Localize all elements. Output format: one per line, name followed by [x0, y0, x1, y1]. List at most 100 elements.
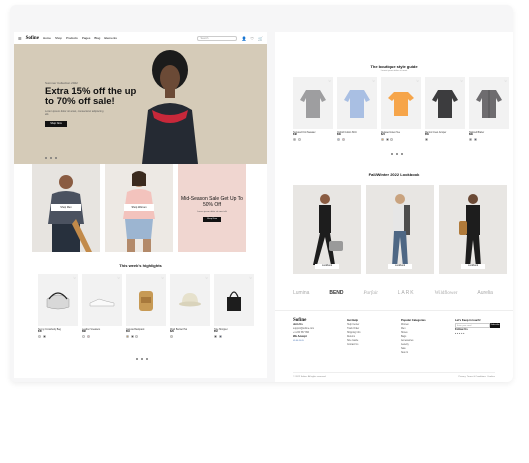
color-swatches[interactable] [293, 138, 333, 141]
bag-image [46, 292, 70, 310]
footer-bottom-link[interactable]: Privacy [459, 376, 466, 378]
footer-col-newsletter: Let's Keep in touch! Enter your email Sub… [455, 319, 500, 336]
highlights-pagination[interactable] [136, 358, 148, 360]
nav-link-pages[interactable]: Pages [82, 36, 91, 40]
wishlist-icon[interactable]: ♡ [249, 276, 252, 280]
card-men[interactable]: Shop Men [32, 164, 100, 252]
shirt-image [344, 90, 370, 118]
promo-shop-button[interactable]: Shop Now [203, 217, 221, 222]
color-swatches[interactable] [425, 138, 465, 141]
footer-heading: Popular Categories [401, 319, 426, 322]
user-icon[interactable]: 👤 [241, 36, 246, 41]
highlights-products: ♡ Sunny Crossbody Bag $45 ♡ Leather Snea… [38, 274, 254, 338]
product-card[interactable]: ♡ Tote Shopper $52 [214, 274, 254, 338]
footer-bottom: © 2022 Sofine. All rights reserved. Priv… [293, 372, 495, 378]
brand-logo[interactable]: BEND [329, 290, 343, 296]
hero-slide-dots[interactable] [45, 157, 57, 159]
footer-link[interactable]: Women [401, 324, 409, 326]
product-price: $64 [126, 331, 130, 333]
footer-link[interactable]: Contact Us [347, 344, 358, 346]
wishlist-icon[interactable]: ♡ [73, 276, 76, 280]
menu-icon[interactable]: ☰ [18, 36, 22, 41]
wishlist-icon[interactable]: ♡ [117, 276, 120, 280]
wishlist-icon[interactable]: ♡ [416, 79, 419, 83]
footer-link[interactable]: Bags [401, 336, 406, 338]
product-card[interactable]: ♡ Tailored Blazer $99 [469, 77, 509, 141]
heart-icon[interactable]: ♡ [250, 36, 254, 41]
footer-bottom-link[interactable]: Cookies [487, 376, 495, 378]
hero-banner: Summer Collection 2022 Extra 15% off the… [14, 44, 267, 164]
lookbook-tag[interactable]: Lookbook [461, 264, 485, 269]
shop-women-tag[interactable]: Shop Women [124, 204, 154, 211]
wishlist-icon[interactable]: ♡ [460, 79, 463, 83]
color-swatches[interactable] [469, 138, 509, 141]
product-price: $39 [337, 134, 341, 136]
shop-men-tag[interactable]: Shop Men [51, 204, 81, 211]
footer-link[interactable]: New In [401, 352, 408, 354]
cart-icon[interactable]: 🛒 [258, 36, 263, 41]
product-card[interactable]: ♡ Merino Crew Jumper $59 [425, 77, 465, 141]
social-icons[interactable]: ● ● ● ● ● [455, 333, 465, 335]
product-card[interactable]: ♡ Sunny Crossbody Bag $45 [38, 274, 78, 338]
boutique-pagination[interactable] [391, 153, 403, 155]
product-price: $29 [170, 331, 174, 333]
product-card[interactable]: ♡ Oxford Cotton Shirt $39 [337, 77, 377, 141]
lookbook-item[interactable]: Lookbook [293, 185, 361, 274]
product-card[interactable]: ♡ Wool Bucket Hat $29 [170, 274, 210, 338]
logo[interactable]: Sofine [26, 36, 39, 41]
nav-link-shop[interactable]: Shop [55, 36, 62, 40]
lookbook-item[interactable]: Lookbook [366, 185, 434, 274]
nav-link-elements[interactable]: Elements [104, 36, 117, 40]
footer-heading: Get Help [347, 319, 359, 322]
search-input[interactable]: Search [197, 35, 238, 41]
brand-logo[interactable]: Parfait [363, 291, 377, 296]
wishlist-icon[interactable]: ♡ [328, 79, 331, 83]
lookbook-tag[interactable]: Lookbook [315, 264, 339, 269]
nav-link-blog[interactable]: Blog [94, 36, 100, 40]
nav-link-home[interactable]: Home [43, 36, 51, 40]
brand-logo[interactable]: Wildflower [435, 291, 458, 296]
tee-image [388, 92, 414, 116]
wishlist-icon[interactable]: ♡ [161, 276, 164, 280]
color-swatches[interactable] [82, 335, 122, 338]
product-card[interactable]: ♡ Canvas Backpack $64 [126, 274, 166, 338]
color-swatches[interactable] [214, 335, 254, 338]
promo-card[interactable]: Mid-Season Sale Get Up To 50% Off Lorem … [178, 164, 246, 252]
wishlist-icon[interactable]: ♡ [504, 79, 507, 83]
footer-bottom-link[interactable]: Terms & Conditions [467, 376, 486, 378]
footer-link[interactable]: Men [401, 328, 405, 330]
color-swatches[interactable] [38, 335, 78, 338]
hero-shop-button[interactable]: Shop Now [45, 121, 67, 127]
card-women[interactable]: Shop Women [105, 164, 173, 252]
product-card[interactable]: ♡ Textured Knit Sweater $48 [293, 77, 333, 141]
color-swatches[interactable] [381, 138, 421, 141]
lookbook-item[interactable]: Lookbook [439, 185, 507, 274]
footer-link[interactable]: Accessories [401, 340, 413, 342]
subscribe-button[interactable]: Subscribe [490, 323, 500, 328]
footer-link[interactable]: Shoes [401, 332, 408, 334]
footer-link[interactable]: Returns [347, 336, 355, 338]
brand-logo[interactable]: Aurelia [477, 290, 493, 296]
footer-link[interactable]: Size Guide [347, 340, 358, 342]
nav-link-products[interactable]: Products [66, 36, 78, 40]
footer-link[interactable]: Sale [401, 348, 406, 350]
color-swatches[interactable] [170, 335, 210, 338]
color-swatches[interactable] [337, 138, 377, 141]
wishlist-icon[interactable]: ♡ [205, 276, 208, 280]
footer-link[interactable]: Jewelry [401, 344, 409, 346]
lookbook-title: Fall/Winter 2022 Lookbook [368, 172, 420, 177]
color-swatches[interactable] [126, 335, 166, 338]
wishlist-icon[interactable]: ♡ [372, 79, 375, 83]
product-card[interactable]: ♡ Relaxed Linen Tee $24 [381, 77, 421, 141]
lookbook-tag[interactable]: Lookbook [388, 264, 412, 269]
footer-phone[interactable]: +1 234 567 890 [293, 332, 309, 334]
brand-logos: Lumina BEND Parfait LARK Wildflower Aure… [293, 290, 493, 296]
promo-title: Mid-Season Sale Get Up To 50% Off [181, 196, 243, 208]
footer-link[interactable]: Help Center [347, 324, 359, 326]
brand-logo[interactable]: LARK [398, 290, 415, 296]
product-card[interactable]: ♡ Leather Sneakers $88 [82, 274, 122, 338]
brand-logo[interactable]: Lumina [293, 290, 309, 296]
footer-link[interactable]: Track Order [347, 328, 359, 330]
footer-email[interactable]: support@sofine.com [293, 328, 314, 330]
footer-link[interactable]: Shipping Info [347, 332, 360, 334]
